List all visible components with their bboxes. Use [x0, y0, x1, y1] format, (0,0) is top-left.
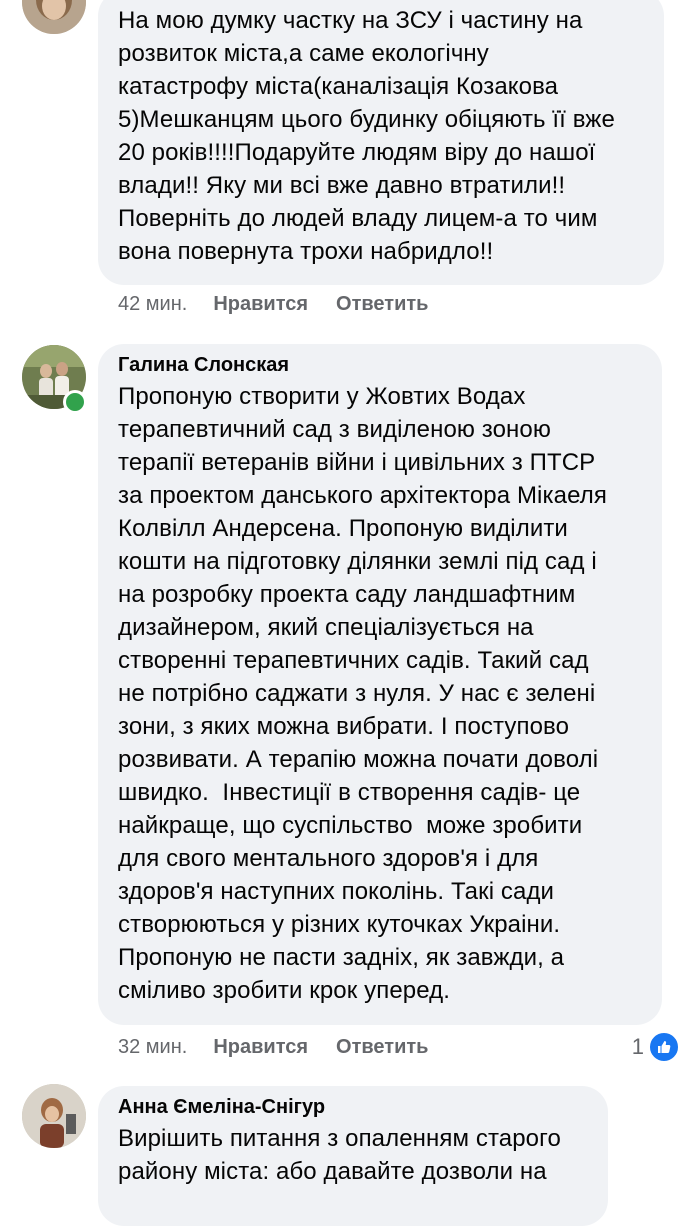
reaction-count: 1 [631, 1034, 644, 1059]
reaction-summary[interactable]: 1 [632, 1031, 680, 1063]
comment-text: На мою думку частку на ЗСУ і частину на … [118, 7, 615, 265]
comment-bubble: На мою думку частку на ЗСУ і частину на … [98, 0, 664, 285]
avatar-photo [22, 1084, 86, 1148]
avatar[interactable] [22, 1084, 86, 1148]
comment-timestamp[interactable]: 42 мин. [118, 293, 187, 316]
comment-bubble: Анна Ємеліна-Снігур Вирішить питання з о… [98, 1086, 608, 1226]
comment-author[interactable]: Анна Ємеліна-Снігур [118, 1094, 588, 1120]
comment-text: Пропоную створити у Жовтих Водах терапев… [118, 383, 607, 1004]
avatar-photo [22, 0, 86, 34]
thumbs-up-icon [648, 1031, 680, 1063]
avatar[interactable] [22, 0, 86, 34]
comment-author[interactable]: Галина Слонская [118, 352, 642, 378]
comment-actions: 42 мин. Нравится Ответить [118, 293, 456, 316]
reply-button[interactable]: Ответить [336, 1036, 428, 1059]
like-button[interactable]: Нравится [213, 1036, 308, 1059]
comment-text: Вирішить питання з опаленням старого рай… [118, 1125, 561, 1185]
reply-button[interactable]: Ответить [336, 293, 428, 316]
comment-timestamp[interactable]: 32 мин. [118, 1036, 187, 1059]
comment-bubble: Галина Слонская Пропоную створити у Жовт… [98, 344, 662, 1025]
online-status-indicator [63, 390, 87, 414]
like-button[interactable]: Нравится [213, 293, 308, 316]
comment-actions: 32 мин. Нравится Ответить [118, 1036, 456, 1059]
